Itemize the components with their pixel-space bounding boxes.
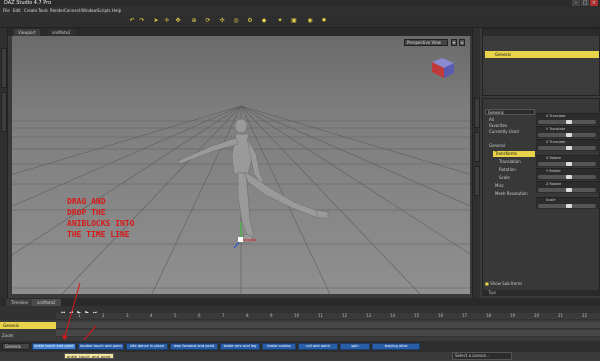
annotation-arrows xyxy=(62,282,97,341)
